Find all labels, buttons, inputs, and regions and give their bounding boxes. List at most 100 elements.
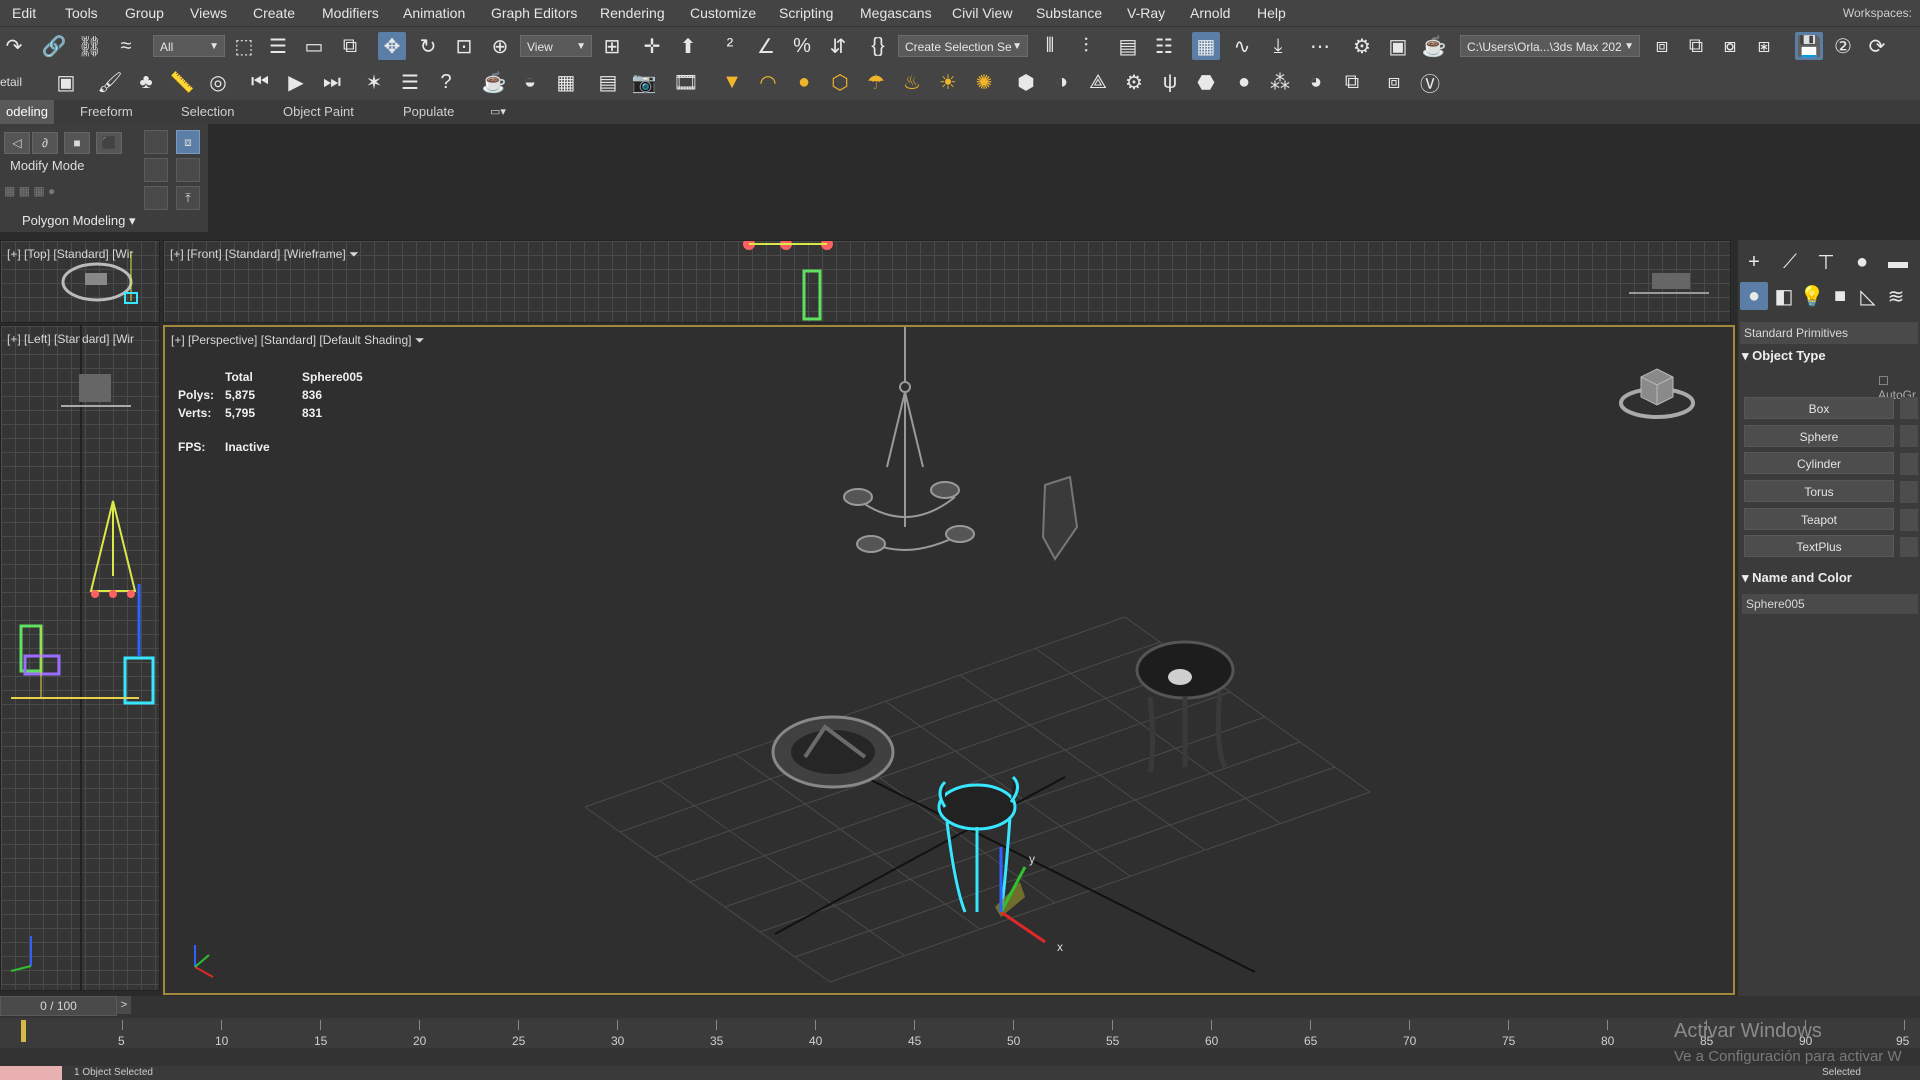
menu-megascans[interactable]: Megascans xyxy=(860,5,932,21)
viewport-left[interactable]: [+] [Left] [Standard] [Wir xyxy=(0,325,160,991)
helpers-icon[interactable]: ◺ xyxy=(1854,282,1882,310)
viewport-front[interactable]: [+] [Front] [Standard] [Wireframe] ⏷ xyxy=(163,240,1731,323)
box-icon[interactable]: ▦ xyxy=(552,68,580,96)
menu-substance[interactable]: Substance xyxy=(1036,5,1102,21)
select-manipulate-icon[interactable]: ✛ xyxy=(638,32,666,60)
project-folder-icon[interactable]: ⧈ xyxy=(1648,32,1676,60)
vray-logo-icon[interactable]: Ⓥ xyxy=(1416,68,1444,96)
reference-coord-dropdown[interactable]: View ▼ xyxy=(520,35,592,57)
tab-selection[interactable]: Selection xyxy=(181,104,234,119)
env-fog-icon[interactable]: ⬣ xyxy=(1192,68,1220,96)
tab-populate[interactable]: Populate xyxy=(403,104,454,119)
track-bar[interactable] xyxy=(0,1018,1920,1048)
menu-civil-view[interactable]: Civil View xyxy=(952,5,1012,21)
frame-buffer-icon[interactable]: ▤ xyxy=(594,68,622,96)
fur-icon[interactable]: ⟁ xyxy=(1084,68,1112,96)
object-name-input[interactable]: Sphere005 xyxy=(1742,594,1918,614)
mirror-icon[interactable]: ⫴ xyxy=(1036,32,1064,60)
current-frame-marker[interactable] xyxy=(21,1020,26,1042)
sync-icon[interactable]: ⟳ xyxy=(1863,32,1891,60)
menu-scripting[interactable]: Scripting xyxy=(779,5,833,21)
brush-icon[interactable]: 🖌 xyxy=(96,68,124,96)
rotate-icon[interactable]: ↻ xyxy=(414,32,442,60)
help-circle-icon[interactable]: ② xyxy=(1829,32,1857,60)
edge-mode-icon[interactable]: ∂ xyxy=(32,132,58,154)
menu-customize[interactable]: Customize xyxy=(690,5,756,21)
menu-help[interactable]: Help xyxy=(1257,5,1286,21)
menu-edit[interactable]: Edit xyxy=(12,5,36,21)
tab-object-paint[interactable]: Object Paint xyxy=(283,104,354,119)
proxy-icon[interactable]: ⬢ xyxy=(1012,68,1040,96)
hierarchy-tab-icon[interactable]: ⊤ xyxy=(1812,248,1840,276)
menu-arnold[interactable]: Arnold xyxy=(1190,5,1230,21)
sub-object-tools[interactable]: ▦ ▦ ▦ ● xyxy=(4,184,124,204)
ies-light-icon[interactable]: ♨ xyxy=(898,68,926,96)
spacewarps-icon[interactable]: ≋ xyxy=(1882,282,1910,310)
create-tab-icon[interactable]: + xyxy=(1740,248,1768,276)
time-slider-next-icon[interactable]: > xyxy=(117,996,131,1014)
viewcube-icon[interactable] xyxy=(1615,355,1705,425)
sun-icon[interactable]: ☀ xyxy=(934,68,962,96)
next-key-icon[interactable]: ⏭ xyxy=(318,68,346,96)
textplus-button[interactable]: TextPlus xyxy=(1744,535,1894,557)
redo-icon[interactable]: ↷ xyxy=(0,32,28,60)
menu-group[interactable]: Group xyxy=(125,5,164,21)
menu-views[interactable]: Views xyxy=(190,5,227,21)
torus-button[interactable]: Torus xyxy=(1744,480,1894,502)
ribbon-tool-2-icon[interactable]: ⧈ xyxy=(176,130,200,154)
modify-tab-icon[interactable]: ⟋ xyxy=(1776,248,1804,276)
scale-icon[interactable]: ⊡ xyxy=(450,32,478,60)
tab-modeling[interactable]: odeling xyxy=(0,100,54,124)
sphere-light-icon[interactable]: ● xyxy=(790,68,818,96)
ribbon-tool-1-icon[interactable] xyxy=(144,130,168,154)
material-icon[interactable]: ◒ xyxy=(516,68,544,96)
scene-explorer-icon[interactable]: ▦ xyxy=(1192,32,1220,60)
ambient-light-icon[interactable]: ✺ xyxy=(970,68,998,96)
plane-light-icon[interactable]: ▼ xyxy=(718,68,746,96)
sphere-button[interactable]: Sphere xyxy=(1744,425,1894,447)
time-slider[interactable]: 0 / 100 xyxy=(0,996,117,1016)
vertex-mode-icon[interactable]: ◁ xyxy=(4,132,30,154)
cameras-icon[interactable]: ■ xyxy=(1826,282,1854,310)
menu-animation[interactable]: Animation xyxy=(403,5,465,21)
window-crossing-icon[interactable]: ⧉ xyxy=(336,32,364,60)
snaps-toggle-icon[interactable]: ² xyxy=(716,32,744,60)
save-icon[interactable]: 💾 xyxy=(1795,32,1823,60)
convert-icon[interactable]: ⧉ xyxy=(1338,68,1366,96)
vray-material-icon[interactable]: ● xyxy=(1230,68,1258,96)
menu-tools[interactable]: Tools xyxy=(65,5,98,21)
render-production-icon[interactable]: ☕ xyxy=(1420,32,1448,60)
dope-sheet-icon[interactable]: ⤓ xyxy=(1264,32,1292,60)
tape-icon[interactable]: 📏 xyxy=(168,68,196,96)
grass-icon[interactable]: ψ xyxy=(1156,68,1184,96)
unlink-icon[interactable]: ⛓ xyxy=(76,32,104,60)
polygon-modeling-label[interactable]: Polygon Modeling ▾ xyxy=(22,213,136,229)
teapot-button[interactable]: Teapot xyxy=(1744,508,1894,530)
link-icon[interactable]: 🔗 xyxy=(40,32,68,60)
dome-light-icon[interactable]: ◠ xyxy=(754,68,782,96)
element-mode-icon[interactable]: ⬛ xyxy=(96,132,122,154)
layer-explorer-icon[interactable]: ▤ xyxy=(1114,32,1142,60)
play-icon[interactable]: ▶ xyxy=(282,68,310,96)
keyboard-shortcut-icon[interactable]: ⬆ xyxy=(674,32,702,60)
bind-spacewarp-icon[interactable]: ≈ xyxy=(112,32,140,60)
second-button-column[interactable] xyxy=(1900,397,1918,557)
ribbon-options-icon[interactable]: ▭▾ xyxy=(490,105,506,118)
box-button[interactable]: Box xyxy=(1744,397,1894,419)
spinner-snap-icon[interactable]: ⇵ xyxy=(824,32,852,60)
sphere-tool-icon[interactable]: ◎ xyxy=(204,68,232,96)
schematic-view-icon[interactable]: ⋯ xyxy=(1306,32,1334,60)
curve-editor-icon[interactable]: ∿ xyxy=(1228,32,1256,60)
camera-icon[interactable]: 📷 xyxy=(630,68,658,96)
menu-vray[interactable]: V-Ray xyxy=(1127,5,1165,21)
film-icon[interactable]: 🎞 xyxy=(672,68,700,96)
question-icon[interactable]: ? xyxy=(432,68,460,96)
open-project-icon[interactable]: ⧉ xyxy=(1682,32,1710,60)
cylinder-button[interactable]: Cylinder xyxy=(1744,452,1894,474)
pivot-center-icon[interactable]: ⊞ xyxy=(598,32,626,60)
mesh-light-icon[interactable]: ⬡ xyxy=(826,68,854,96)
lights-icon[interactable]: 💡 xyxy=(1798,282,1826,310)
teapot-icon[interactable]: ☕ xyxy=(480,68,508,96)
named-selection-dropdown[interactable]: Create Selection Se ▼ xyxy=(898,35,1028,57)
ribbon-tool-5-icon[interactable] xyxy=(144,186,168,210)
